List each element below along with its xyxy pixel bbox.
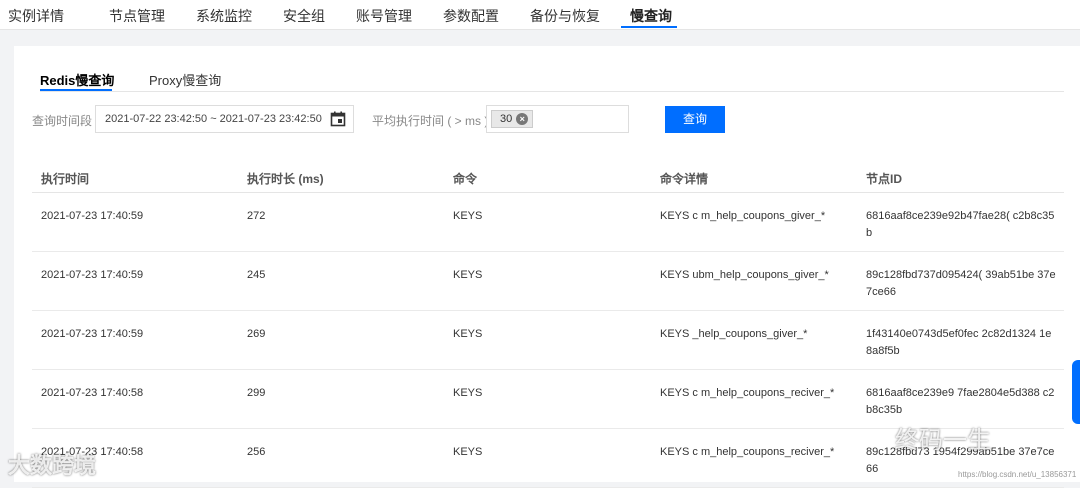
calendar-icon[interactable] bbox=[330, 111, 346, 127]
row-command-detail: KEYS c m_help_coupons_reciver_* bbox=[660, 446, 835, 458]
row-command: KEYS bbox=[453, 387, 483, 399]
header-command-detail: 命令详情 bbox=[660, 172, 709, 186]
tab-backup-restore[interactable]: 备份与恢复 bbox=[530, 6, 600, 26]
row-exec-time: 2021-07-23 17:40:58 bbox=[41, 387, 144, 399]
row-command-detail: KEYS c m_help_coupons_reciver_* bbox=[660, 387, 835, 399]
watermark-left: 大数跨境 bbox=[8, 453, 97, 478]
row-exec-time: 2021-07-23 17:40:59 bbox=[41, 269, 144, 281]
row-node-id: 6816aaf8ce239e92b47fae28( c2b8c35b bbox=[866, 210, 1055, 239]
query-button[interactable]: 查询 bbox=[665, 106, 725, 133]
avg-exec-time-input[interactable]: 30 × bbox=[486, 105, 629, 133]
row-duration: 256 bbox=[247, 446, 266, 458]
row-duration: 245 bbox=[247, 269, 266, 281]
avg-exec-time-tag: 30 × bbox=[491, 110, 534, 128]
row-command-detail: KEYS _help_coupons_giver_* bbox=[660, 328, 808, 340]
row-node-id: 6816aaf8ce239e9 7fae2804e5d388 c2b8c35b bbox=[866, 387, 1055, 416]
slow-query-panel: Redis慢查询 Proxy慢查询 查询时间段 2021-07-22 23:42… bbox=[14, 46, 1080, 488]
row-duration: 272 bbox=[247, 210, 266, 222]
row-command: KEYS bbox=[453, 446, 483, 458]
row-duration: 299 bbox=[247, 387, 266, 399]
sub-tab-indicator bbox=[40, 89, 112, 91]
row-node-id: 1f43140e0743d5ef0fec 2c82d1324 1e8a8f5b bbox=[866, 328, 1052, 357]
tab-redis-slow-query[interactable]: Redis慢查询 bbox=[40, 70, 114, 89]
row-duration: 269 bbox=[247, 328, 266, 340]
tab-account-management[interactable]: 账号管理 bbox=[356, 6, 412, 26]
row-exec-time: 2021-07-23 17:40:59 bbox=[41, 210, 144, 222]
tab-proxy-slow-query[interactable]: Proxy慢查询 bbox=[149, 70, 221, 89]
tab-parameter-config[interactable]: 参数配置 bbox=[443, 6, 499, 26]
side-float-tab[interactable] bbox=[1072, 360, 1080, 424]
header-exec-time: 执行时间 bbox=[41, 172, 90, 186]
row-node-id: 89c128fbd737d095424( 39ab51be 37e7ce66 bbox=[866, 269, 1056, 298]
table-row: 2021-07-23 17:40:59 245 KEYS KEYS ubm_he… bbox=[32, 252, 1064, 311]
watermark-url: https://blog.csdn.net/u_13856371 bbox=[958, 470, 1077, 479]
row-command: KEYS bbox=[453, 269, 483, 281]
sub-tabs: Redis慢查询 Proxy慢查询 bbox=[40, 68, 1064, 92]
tab-system-monitoring[interactable]: 系统监控 bbox=[196, 6, 252, 26]
row-command-detail: KEYS ubm_help_coupons_giver_* bbox=[660, 269, 829, 281]
active-tab-indicator bbox=[621, 26, 677, 28]
row-command-detail: KEYS c m_help_coupons_giver_* bbox=[660, 210, 826, 222]
time-range-label: 查询时间段 bbox=[32, 114, 93, 128]
top-navigation: 实例详情 节点管理 系统监控 安全组 账号管理 参数配置 备份与恢复 慢查询 bbox=[0, 0, 1080, 30]
table-row: 2021-07-23 17:40:59 272 KEYS KEYS c m_he… bbox=[32, 193, 1064, 252]
header-duration: 执行时长 (ms) bbox=[247, 172, 324, 186]
header-command: 命令 bbox=[453, 172, 478, 186]
watermark-right: 终码一生 bbox=[895, 427, 991, 454]
time-range-value: 2021-07-22 23:42:50 ~ 2021-07-23 23:42:5… bbox=[105, 113, 322, 125]
table-header: 执行时间 执行时长 (ms) 命令 命令详情 节点ID bbox=[32, 161, 1064, 193]
time-range-picker[interactable]: 2021-07-22 23:42:50 ~ 2021-07-23 23:42:5… bbox=[95, 105, 354, 133]
row-command: KEYS bbox=[453, 210, 483, 222]
tab-slow-query[interactable]: 慢查询 bbox=[630, 6, 672, 26]
tab-security-group[interactable]: 安全组 bbox=[283, 6, 325, 26]
avg-exec-time-tag-value: 30 bbox=[500, 113, 513, 125]
table-row: 2021-07-23 17:40:59 269 KEYS KEYS _help_… bbox=[32, 311, 1064, 370]
row-exec-time: 2021-07-23 17:40:59 bbox=[41, 328, 144, 340]
row-command: KEYS bbox=[453, 328, 483, 340]
header-node-id: 节点ID bbox=[866, 172, 903, 186]
tab-node-management[interactable]: 节点管理 bbox=[109, 6, 165, 26]
avg-exec-time-label: 平均执行时间 ( > ms ) bbox=[372, 114, 489, 128]
close-circle-icon[interactable]: × bbox=[516, 113, 529, 125]
tab-instance-detail[interactable]: 实例详情 bbox=[8, 6, 64, 26]
